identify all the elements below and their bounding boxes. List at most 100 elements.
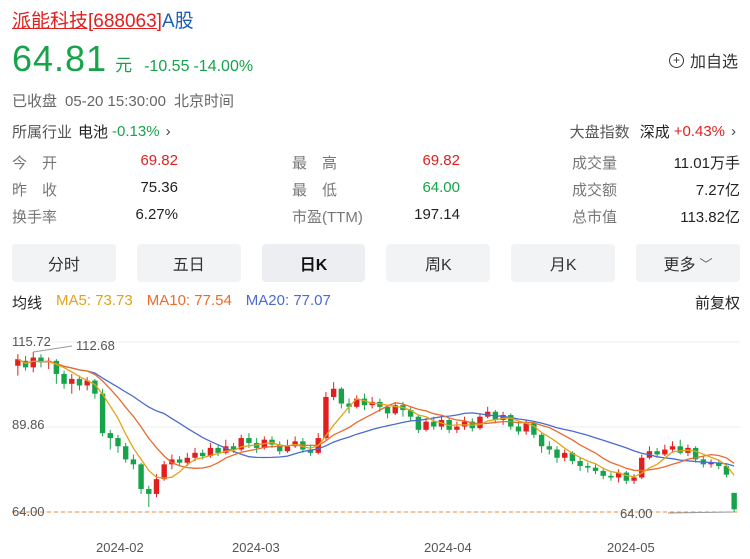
stock-name-link[interactable]: 派能科技[688063] [12,11,162,32]
tab-weekly-k[interactable]: 周K [386,244,491,282]
candle-body [608,475,614,478]
stat-volume-label: 成交量 [572,155,618,172]
quote-time: 05-20 15:30:00 [65,93,166,110]
tab-daily-k[interactable]: 日K [261,244,366,282]
stat-pe-label: 市盈(TTM) [292,209,363,226]
candle-body [592,467,599,471]
candle-body [600,470,606,476]
y-axis-label-mid: 89.86 [12,417,45,432]
candle-body [662,449,668,455]
candle-body [99,393,106,434]
candle-body [107,433,113,439]
candle-body [384,406,391,414]
chart-grid [12,341,740,513]
stat-open-value: 69.82 [140,152,178,169]
stat-low-value: 64.00 [422,179,460,196]
candlestick-chart[interactable]: 115.72 89.86 64.00 112.68 64.00 2024-02 … [0,326,750,559]
candle-body [184,457,190,463]
x-axis-label-mar: 2024-03 [232,540,280,555]
candle-body [538,434,545,447]
industry-name: 电池 [78,124,109,141]
tab-intraday[interactable]: 分时 [12,244,116,282]
x-axis-label-may: 2024-05 [607,540,655,555]
stat-amount-value: 7.27亿 [695,182,740,199]
tab-more-label: 更多 [663,257,696,274]
candle-body [176,459,183,463]
trading-status: 已收盘 05-20 15:30:00 北京时间 [12,90,242,111]
chevron-down-icon: ﹀ [699,256,713,272]
ma-legend: 均线 MA5: 73.73 MA10: 77.54 MA20: 77.07 前复… [12,292,740,313]
plus-circle-icon: + [668,52,684,68]
stat-prev-label: 昨 收 [12,182,58,199]
candle-body [461,421,468,427]
ma10-value: MA10: 77.54 [146,292,232,309]
candle-body [431,421,437,427]
candle-body [577,461,583,466]
price-unit: 元 [115,56,133,75]
candle-body [161,464,167,480]
candle-body [122,446,129,460]
stat-mcap-label: 总市值 [572,209,618,226]
market-index-name: 深成 [639,124,670,141]
candle-body [284,446,291,452]
candle-body [623,472,630,481]
current-price: 64.81 [12,38,108,79]
chart-labels-layer: 115.72 89.86 64.00 112.68 64.00 2024-02 … [12,334,655,555]
candle-body [515,426,522,432]
candle-body [69,378,75,384]
price-change: -10.55 [144,58,190,75]
stat-mcap-value: 113.82亿 [680,209,740,226]
candle-body [192,452,198,458]
candle-body [415,416,422,430]
candle-body [138,464,144,489]
tab-five-day[interactable]: 五日 [136,244,241,282]
candle-body [454,426,460,430]
x-axis-label-apr: 2024-04 [424,540,472,555]
candle-body [477,416,483,429]
ma5-value: MA5: 73.73 [56,292,133,309]
industry-pct: -0.13% [112,123,160,140]
time-zone: 北京时间 [173,93,234,110]
stat-pe-value: 197.14 [414,206,460,223]
candle-body [654,451,660,455]
tab-more[interactable]: 更多 ﹀ [636,244,740,282]
market-index-pct: +0.43% [673,123,725,140]
candle-body [554,449,560,458]
stat-turnover-value: 6.27% [135,206,178,223]
y-axis-label-top: 115.72 [12,334,51,349]
candle-body [200,452,206,457]
price-change-pct: -14.00% [193,58,254,75]
market-type-label[interactable]: A股 [162,11,194,32]
candle-body [153,479,160,494]
candle-body [338,388,345,404]
min-price-marker: 64.00 [620,506,653,521]
x-axis-label-feb: 2024-02 [96,540,144,555]
stat-low-label: 最 低 [292,182,338,199]
candle-body [76,378,83,386]
stat-prev-value: 75.36 [140,179,178,196]
y-axis-label-bottom: 64.00 [12,504,45,519]
stat-volume-value: 11.01万手 [673,155,740,172]
period-tabs: 分时 五日 日K 周K 月K 更多 ﹀ [12,244,740,282]
candle-body [323,396,329,439]
stat-amount-label: 成交额 [572,182,618,199]
market-state: 已收盘 [12,93,58,110]
tab-monthly-k[interactable]: 月K [511,244,616,282]
stat-turnover-label: 换手率 [12,209,58,226]
stock-title[interactable]: 派能科技[688063]A股 [12,6,194,33]
stat-high-label: 最 高 [292,155,338,172]
industry-label: 所属行业 [12,124,73,141]
candle-body [631,477,637,481]
candle-body [61,373,67,384]
candle-body [115,438,121,447]
market-index-link[interactable]: 大盘指数 深成 +0.43% › [570,121,736,142]
candle-body [330,388,337,397]
max-price-marker: 112.68 [76,338,115,353]
industry-link[interactable]: 所属行业 电池 -0.13% › [12,121,171,142]
candle-body [130,459,137,465]
candle-body [215,447,221,453]
candle-body [731,492,737,510]
candle-body [562,452,568,458]
adjust-mode-button[interactable]: 前复权 [695,292,740,313]
add-watchlist-button[interactable]: + 加自选 [668,48,738,72]
